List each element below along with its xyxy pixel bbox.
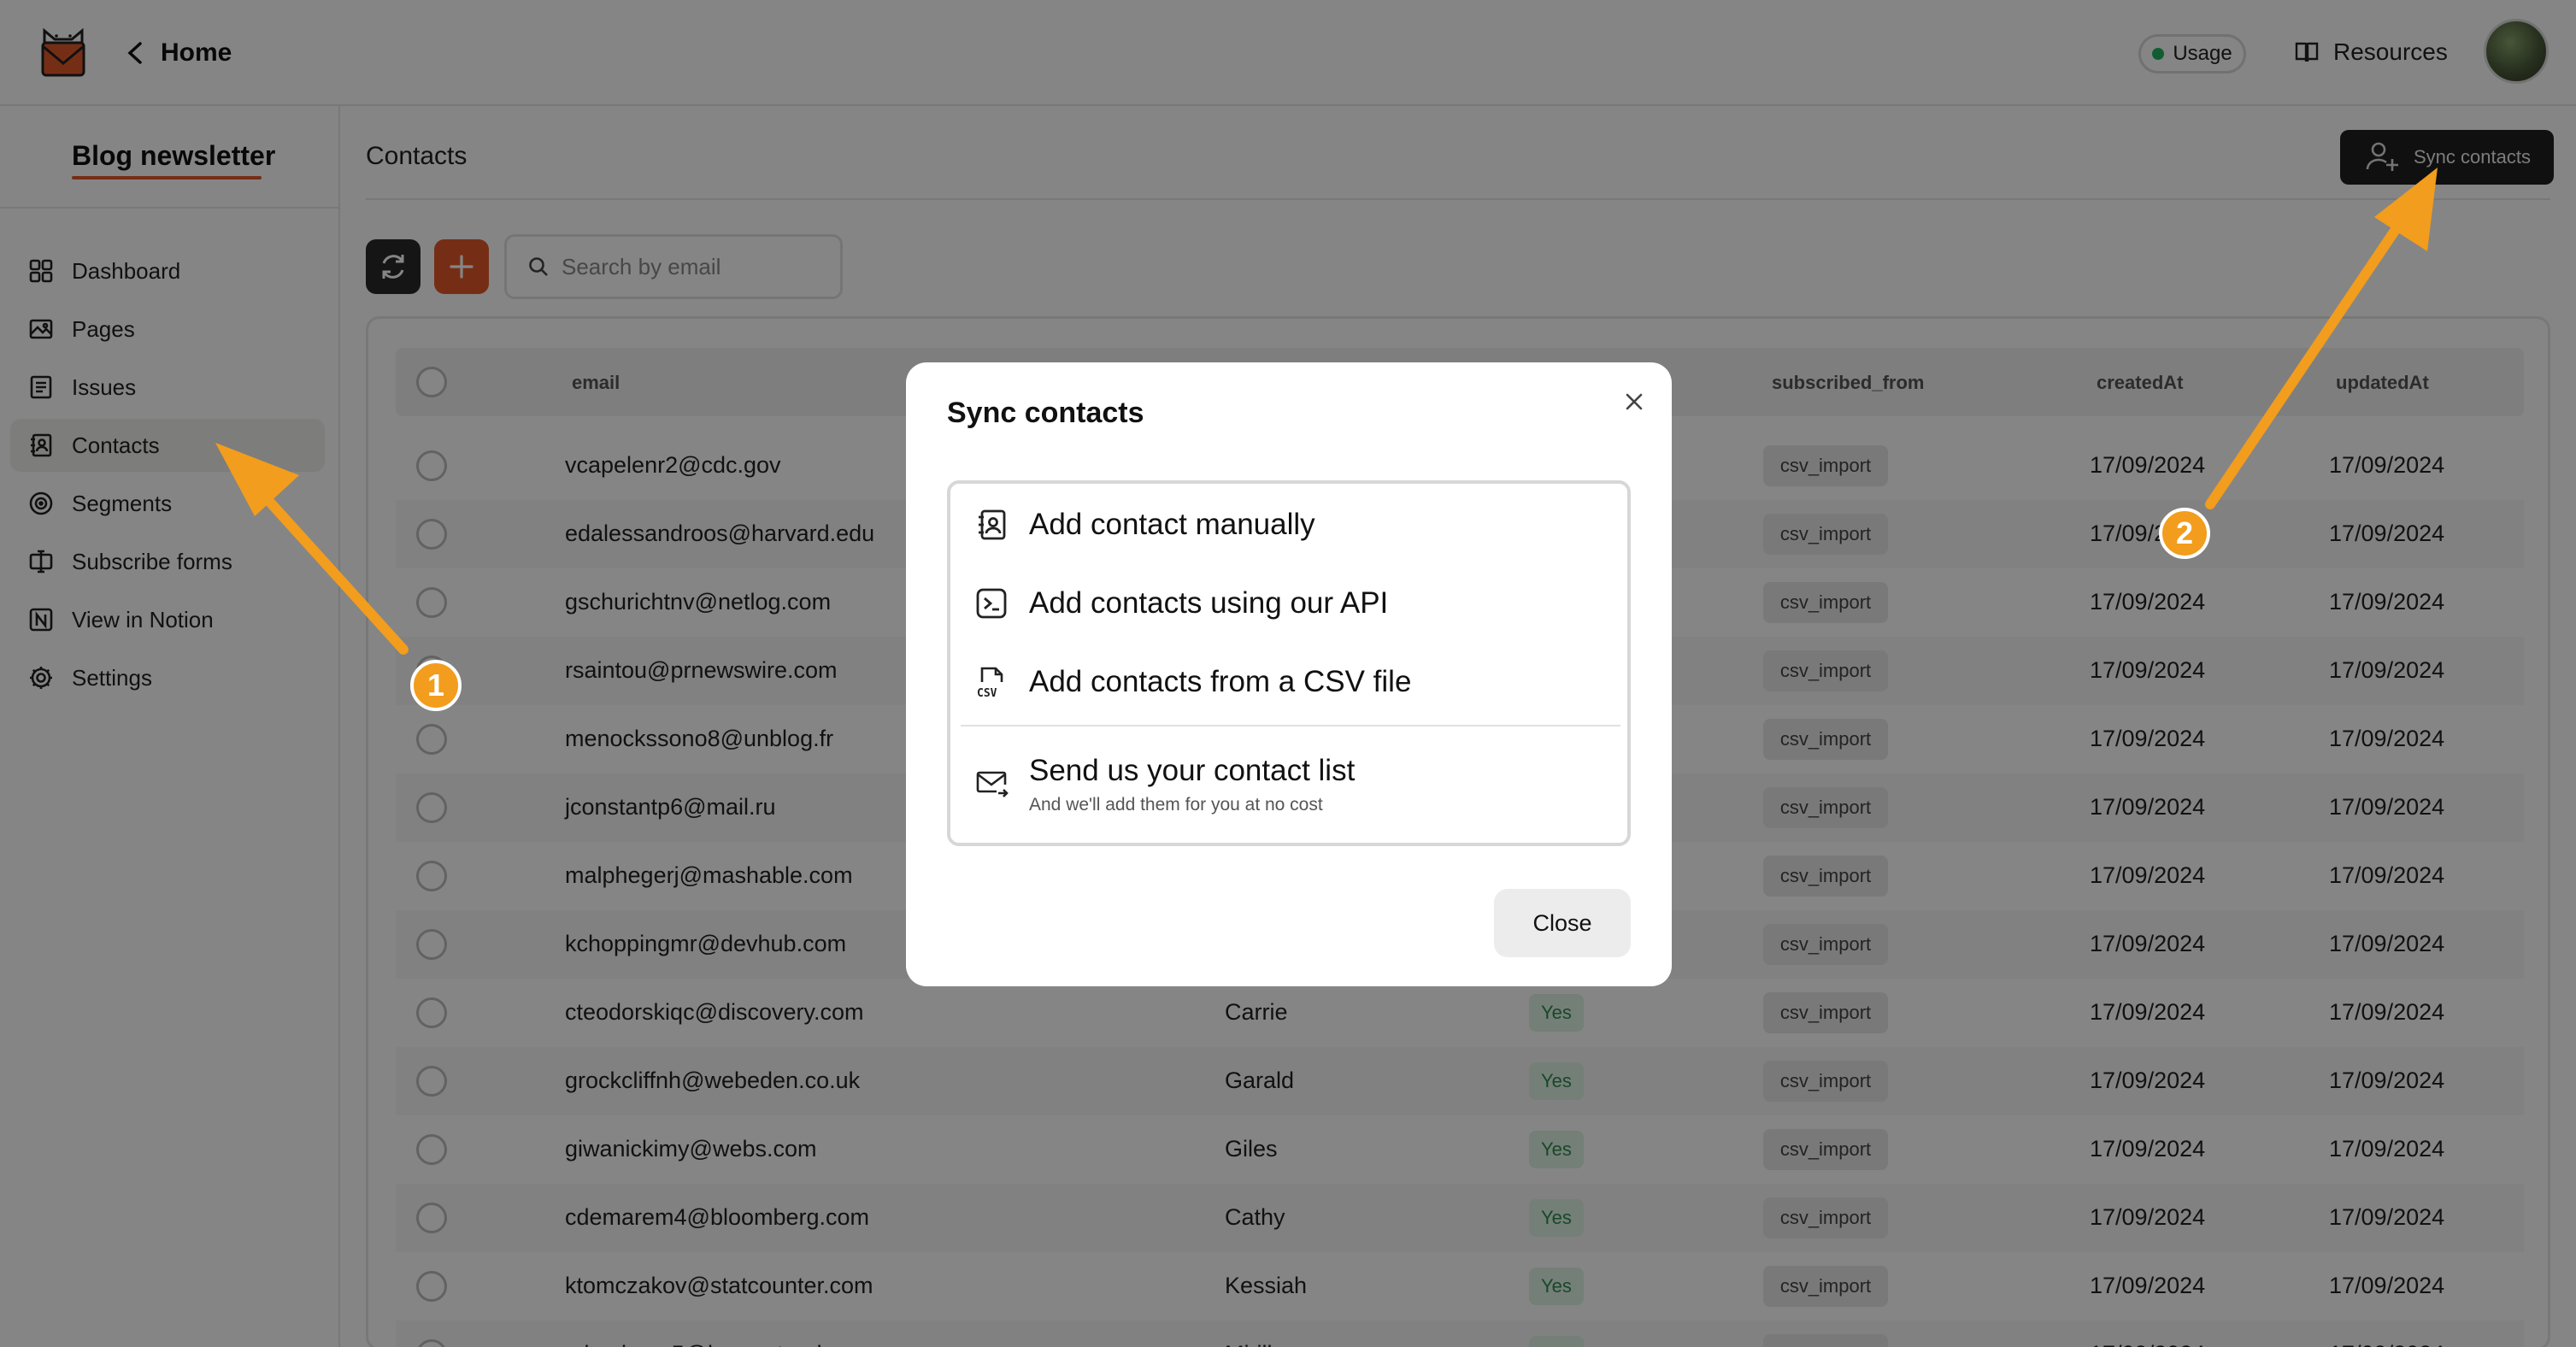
annotation-badge-2: 2 [2159, 508, 2210, 559]
annotation-badge-1: 1 [410, 660, 462, 711]
annotation-arrows [215, 168, 2438, 655]
arrow-1-shaft [251, 482, 409, 655]
arrow-2-shaft [2205, 215, 2407, 509]
page: Home Usage Resources Blog newsletter Das… [0, 0, 2576, 1347]
arrow-1-head [215, 443, 299, 516]
